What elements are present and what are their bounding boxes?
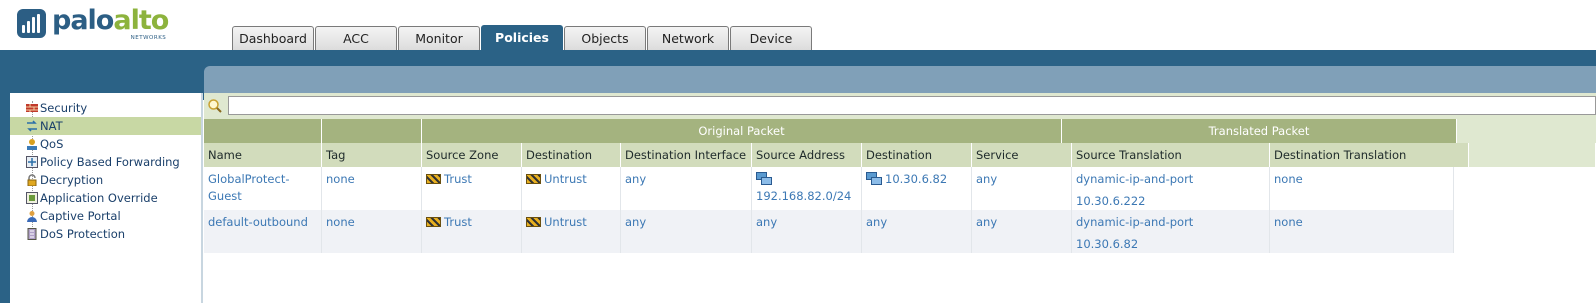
sidebar-item-qos[interactable]: QoS [10,135,201,153]
sidebar-item-captive-portal[interactable]: Captive Portal [10,207,201,225]
sidebar-item-security[interactable]: Security [10,99,201,117]
cell-destination-translation: none [1270,210,1454,253]
sidebar-item-label: Decryption [40,173,104,187]
paloalto-logo: paloalto NETWORKS [17,5,169,42]
lock-icon [27,174,37,186]
col-header-source-address[interactable]: Source Address [752,143,862,167]
app-header: paloalto NETWORKS Dashboard ACC Monitor … [0,0,1596,50]
cell-destination-interface: any [621,167,752,210]
source-translation-ip: 10.30.6.222 [1076,194,1146,208]
col-header-tag[interactable]: Tag [322,143,422,167]
sidebar-item-label: Captive Portal [40,209,121,223]
tab-network[interactable]: Network [647,26,729,50]
tab-device[interactable]: Device [730,26,812,50]
source-translation-ip: 10.30.6.82 [1076,237,1139,251]
tab-monitor[interactable]: Monitor [398,26,480,50]
column-header-row: Name Tag Source Zone Destination Zone De… [204,143,1596,186]
col-header-service[interactable]: Service [972,143,1072,167]
zone-icon [426,217,441,227]
col-header-destination-zone[interactable]: Destination Zone [522,143,621,186]
col-header-destination-translation[interactable]: Destination Translation [1270,143,1469,167]
network-object-icon [756,172,772,185]
sidebar-item-application-override[interactable]: Application Override [10,189,201,207]
cell-service: any [972,210,1072,253]
sidebar-item-label: Application Override [40,191,158,205]
app-override-icon [26,192,38,204]
cell-destination-interface: any [621,210,752,253]
sidebar-item-label: QoS [40,137,64,151]
col-header-source-zone[interactable]: Source Zone [422,143,522,167]
policies-sidebar: Security NAT QoS Policy Based Forwarding… [10,93,203,303]
sidebar-item-label: Policy Based Forwarding [40,155,180,169]
filter-bar [204,93,1596,119]
col-header-destination-interface[interactable]: Destination Interface [621,143,752,167]
logo-subtitle: NETWORKS [130,35,167,41]
logo-word-alto: alto [113,5,169,36]
user-icon [27,211,37,222]
sidebar-item-decryption[interactable]: Decryption [10,171,201,189]
column-group-row: Original Packet Translated Packet [204,119,1596,143]
tab-acc[interactable]: ACC [315,26,397,50]
tab-policies[interactable]: Policies [481,25,563,50]
group-translated-packet: Translated Packet [1062,119,1457,143]
sidebar-item-dos-protection[interactable]: DoS Protection [10,225,201,243]
network-object-icon [866,172,882,185]
zone-icon [526,174,541,184]
logo-word-palo: palo [52,5,114,36]
firewall-icon [26,104,38,112]
group-cell-blank [204,119,322,143]
cell-name[interactable]: default-outbound [204,210,322,253]
left-strip [0,50,10,303]
cell-source-zone[interactable]: Trust [422,167,522,210]
cell-source-zone[interactable]: Trust [422,210,522,253]
cell-source-address: any [752,210,862,253]
group-cell-blank [322,119,422,143]
zone-icon [426,174,441,184]
cell-destination-zone[interactable]: Untrust [522,167,621,210]
cell-destination-translation: none [1270,167,1454,210]
cell-tag: none [322,167,422,210]
tab-objects[interactable]: Objects [564,26,646,50]
col-header-destination-address[interactable]: Destination Address [862,143,972,186]
cell-destination-address: any [862,210,972,253]
sidebar-item-label: Security [40,101,88,115]
search-icon[interactable] [207,98,223,114]
cell-source-address[interactable]: 192.168.82.0/24 [752,167,862,210]
cell-destination-address[interactable]: 10.30.6.82 [862,167,972,210]
qos-icon [27,139,37,150]
sidebar-item-nat[interactable]: NAT [10,117,201,135]
zone-icon [526,217,541,227]
cell-tag: none [322,210,422,253]
table-row[interactable]: GlobalProtect-Guest none Trust Untrust a… [204,167,1454,210]
col-header-name[interactable]: Name [204,143,322,167]
dos-icon [27,228,37,240]
main-tabs: Dashboard ACC Monitor Policies Objects N… [232,25,813,50]
logo-mark-icon [17,9,46,38]
cell-name[interactable]: GlobalProtect-Guest [204,167,322,210]
group-original-packet: Original Packet [422,119,1062,143]
nat-icon [27,120,37,132]
cell-service: any [972,167,1072,210]
cell-source-translation[interactable]: dynamic-ip-and-port 10.30.6.82 [1072,210,1270,253]
table-row[interactable]: default-outbound none Trust Untrust any … [204,210,1454,253]
nat-rules-panel: Original Packet Translated Packet Name T… [204,93,1596,303]
col-header-source-translation[interactable]: Source Translation [1072,143,1270,167]
tab-dashboard[interactable]: Dashboard [232,26,314,50]
sidebar-item-label: DoS Protection [40,227,126,241]
sidebar-item-label: NAT [40,119,63,133]
cell-destination-zone[interactable]: Untrust [522,210,621,253]
content-header-bar [204,66,1596,93]
filter-input[interactable] [228,96,1596,115]
sidebar-item-pbf[interactable]: Policy Based Forwarding [10,153,201,171]
cell-source-translation[interactable]: dynamic-ip-and-port 10.30.6.222 [1072,167,1270,210]
pbf-icon [26,156,38,168]
